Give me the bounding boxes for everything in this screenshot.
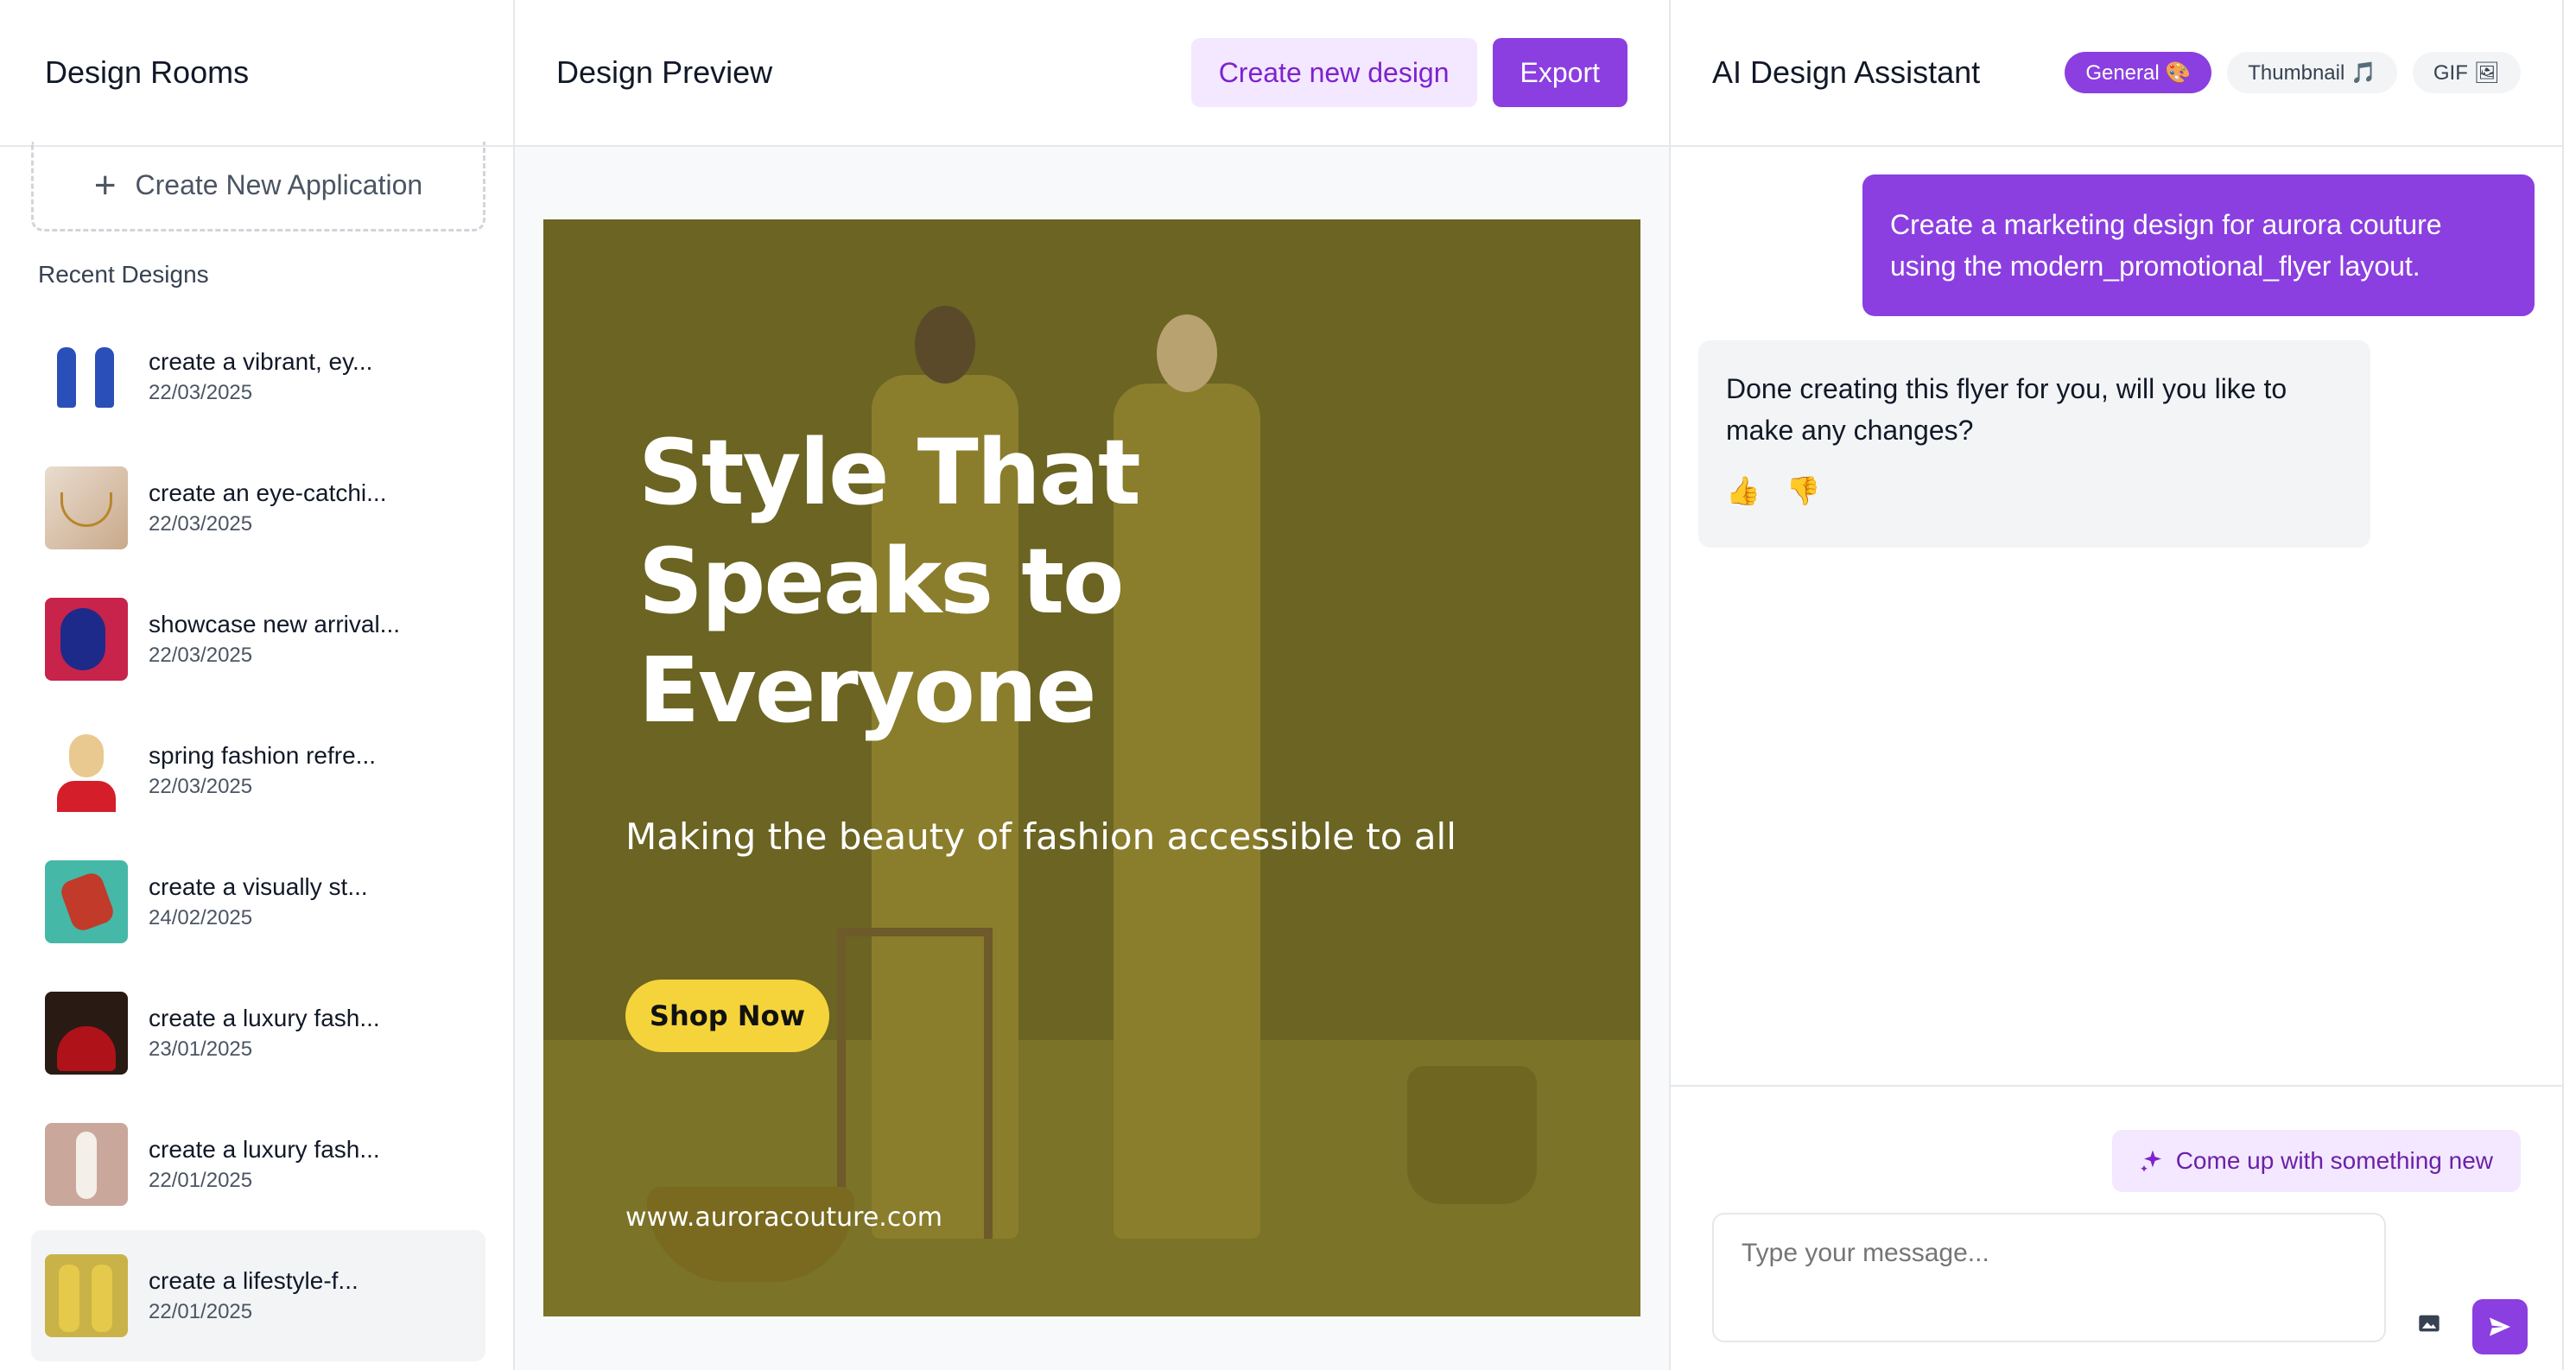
- image-upload-icon[interactable]: [2412, 1306, 2446, 1341]
- chair-shape: [837, 928, 993, 1239]
- design-item-date: 23/01/2025: [149, 1037, 253, 1061]
- assistant-message: Done creating this flyer for you, will y…: [1698, 340, 2370, 548]
- design-item-title: create a luxury fash...: [149, 1136, 380, 1163]
- assistant-title: AI Design Assistant: [1712, 54, 1981, 90]
- design-item-date: 22/03/2025: [149, 644, 253, 667]
- sidebar-title: Design Rooms: [45, 54, 250, 90]
- suggest-label: Come up with something new: [2175, 1147, 2493, 1174]
- design-item[interactable]: spring fashion refre... 22/03/2025: [31, 705, 485, 836]
- design-item-date: 22/03/2025: [149, 775, 253, 798]
- design-thumbnail: [45, 466, 128, 549]
- plant-pot: [1407, 1066, 1537, 1204]
- app-root: Design Rooms + Create New Application Re…: [0, 0, 2576, 1370]
- design-item[interactable]: create a luxury fash... 23/01/2025: [31, 967, 485, 1099]
- recent-designs-heading: Recent Designs: [38, 261, 209, 288]
- message-input[interactable]: [1712, 1213, 2386, 1342]
- preview-header: Design Preview Create new design Export: [515, 0, 1669, 147]
- flyer-canvas[interactable]: Style That Speaks to Everyone Making the…: [543, 219, 1640, 1316]
- design-thumbnail: [45, 729, 128, 812]
- send-button[interactable]: [2472, 1299, 2528, 1354]
- design-item-title: create a visually st...: [149, 873, 368, 900]
- design-item-title: create a vibrant, ey...: [149, 348, 373, 375]
- assistant-header: AI Design Assistant General 🎨 Thumbnail …: [1671, 0, 2562, 147]
- design-item-date: 22/03/2025: [149, 381, 253, 404]
- design-item[interactable]: create an eye-catchi... 22/03/2025: [31, 442, 485, 574]
- design-item-title: spring fashion refre...: [149, 742, 377, 769]
- shop-now-button[interactable]: Shop Now: [625, 980, 829, 1052]
- design-item-title: create a lifestyle-f...: [149, 1267, 358, 1294]
- create-new-application-label: Create New Application: [135, 169, 423, 200]
- chip-gif[interactable]: GIF 🖼: [2412, 52, 2521, 93]
- chip-general[interactable]: General 🎨: [2065, 52, 2212, 93]
- create-new-application-button[interactable]: + Create New Application: [31, 142, 485, 232]
- chip-thumbnail[interactable]: Thumbnail 🎵: [2227, 52, 2397, 93]
- design-thumbnail: [45, 335, 128, 418]
- come-up-with-something-new-button[interactable]: Come up with something new: [2111, 1130, 2521, 1192]
- design-thumbnail: [45, 1254, 128, 1337]
- flyer-url: www.auroracouture.com: [625, 1202, 942, 1233]
- create-new-design-button[interactable]: Create new design: [1190, 38, 1477, 107]
- design-item-title: showcase new arrival...: [149, 611, 401, 637]
- design-item-selected[interactable]: create a lifestyle-f... 22/01/2025: [31, 1230, 485, 1361]
- assistant-message-text: Done creating this flyer for you, will y…: [1726, 373, 2287, 446]
- model-head-right: [1157, 314, 1217, 392]
- sparkle-icon: [2140, 1150, 2161, 1172]
- design-thumbnail: [45, 992, 128, 1075]
- design-item-title: create an eye-catchi...: [149, 479, 387, 506]
- send-icon: [2490, 1317, 2510, 1336]
- design-thumbnail: [45, 860, 128, 943]
- design-item-date: 22/01/2025: [149, 1169, 253, 1192]
- preview-title: Design Preview: [556, 54, 773, 90]
- thumbs-down-icon[interactable]: 👎: [1786, 470, 1821, 511]
- design-item[interactable]: create a visually st... 24/02/2025: [31, 836, 485, 967]
- design-preview-panel: Design Preview Create new design Export …: [515, 0, 1669, 1370]
- user-message: Create a marketing design for aurora cou…: [1862, 174, 2535, 316]
- plus-icon: +: [93, 163, 117, 206]
- design-thumbnail: [45, 1123, 128, 1206]
- flyer-headline: Style That Speaks to Everyone: [638, 420, 1141, 743]
- design-thumbnail: [45, 598, 128, 681]
- export-button[interactable]: Export: [1492, 38, 1627, 107]
- ai-assistant-panel: AI Design Assistant General 🎨 Thumbnail …: [1669, 0, 2564, 1370]
- design-item[interactable]: showcase new arrival... 22/03/2025: [31, 574, 485, 705]
- design-item-title: create a luxury fash...: [149, 1005, 380, 1031]
- thumbs-up-icon[interactable]: 👍: [1726, 470, 1761, 511]
- model-head-left: [915, 306, 975, 384]
- chat-input-area: Come up with something new: [1671, 1085, 2562, 1370]
- design-item-date: 22/01/2025: [149, 1300, 253, 1323]
- design-item[interactable]: create a vibrant, ey... 22/03/2025: [31, 311, 485, 442]
- design-item-date: 22/03/2025: [149, 512, 253, 536]
- design-item[interactable]: create a luxury fash... 22/01/2025: [31, 1099, 485, 1230]
- sidebar: Design Rooms + Create New Application Re…: [0, 0, 515, 1370]
- recent-designs-list: create a vibrant, ey... 22/03/2025 creat…: [31, 311, 485, 1361]
- design-item-date: 24/02/2025: [149, 906, 253, 929]
- sidebar-header: Design Rooms: [0, 0, 513, 147]
- reaction-row: 👍 👎: [1726, 470, 2343, 511]
- flyer-subline: Making the beauty of fashion accessible …: [625, 815, 1456, 858]
- mode-chips: General 🎨 Thumbnail 🎵 GIF 🖼: [2065, 52, 2521, 93]
